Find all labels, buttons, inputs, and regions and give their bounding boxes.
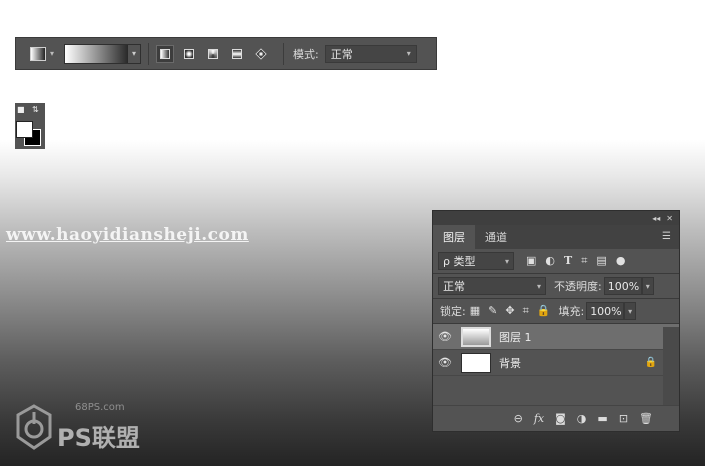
lock-brush-icon[interactable]: ✎ [488,304,497,318]
reflected-gradient-icon [232,48,243,59]
pixel-filter-icon[interactable]: ▣ [526,254,536,268]
new-layer-icon[interactable]: ⊡ [619,412,628,425]
radial-gradient-button[interactable] [180,45,198,63]
linear-gradient-icon [160,48,171,59]
chevron-down-icon: ▾ [536,281,541,291]
type-filter-icon[interactable]: T [564,254,572,268]
filter-icons: ▣ ◐ T ⌗ ▤ ● [526,254,625,268]
chevron-down-icon[interactable]: ▾ [624,302,637,320]
trash-icon[interactable]: 🗑 [639,412,653,425]
diamond-gradient-icon [255,47,267,60]
mode-select[interactable]: 正常 ▾ [324,44,417,63]
reflected-gradient-button[interactable] [228,45,246,63]
logo: 68PS.com PS联盟 [15,400,155,460]
chevron-down-icon: ▾ [504,256,509,266]
logo-text: PS联盟 [57,424,140,452]
tab-layers[interactable]: 图层 [433,225,475,249]
panel-footer: ⊖ fx ◙ ◑ ▬ ⊡ 🗑 [433,405,679,431]
panel-tabs: 图层 通道 ☰ [433,225,679,249]
logo-mark-icon [16,404,52,450]
blend-mode-select[interactable]: 正常 ▾ [438,277,546,295]
layers-list: 👁 图层 1 👁 背景 🔒 [433,324,679,404]
divider [148,42,150,65]
adjustment-filter-icon[interactable]: ◐ [545,254,555,268]
new-group-icon[interactable]: ▬ [597,412,607,425]
filter-kind-value: ρ 类型 [443,255,476,268]
lock-all-icon[interactable]: 🔒 [537,304,551,318]
linear-gradient-button[interactable] [156,44,175,63]
mode-value: 正常 [330,47,353,61]
chevron-down-icon[interactable]: ▾ [641,277,654,295]
chevron-down-icon[interactable]: ▾ [50,49,54,58]
layers-panel: ◂◂ ✕ 图层 通道 ☰ ρ 类型 ▾ ▣ ◐ T ⌗ ▤ ● 正常 ▾ 不透明… [432,210,680,432]
layer-thumbnail [461,326,491,347]
lock-transparent-icon[interactable]: ▦ [470,304,480,318]
options-toolbar: ▾ ▾ 模式: 正常 ▾ [15,37,437,70]
fill-input[interactable]: 100% [586,302,625,320]
layer-row[interactable]: 👁 背景 🔒 [433,350,679,376]
swap-colors-icon[interactable]: ⇅ [32,106,39,114]
layer-row[interactable]: 👁 图层 1 [433,324,679,350]
lock-icons: ▦ ✎ ✥ ⌗ 🔒 [470,304,551,318]
panel-titlebar: ◂◂ ✕ [433,211,679,225]
blend-row: 正常 ▾ 不透明度: 100% ▾ [433,274,679,298]
logo-site: 68PS.com [75,402,125,413]
angle-gradient-icon [208,48,219,59]
filter-kind-select[interactable]: ρ 类型 ▾ [438,252,514,270]
mode-label: 模式: [293,47,319,61]
lock-position-icon[interactable]: ✥ [505,304,514,318]
filter-toggle-icon[interactable]: ● [616,254,626,268]
gradient-picker[interactable]: ▾ [64,43,142,64]
lock-label: 锁定: [440,305,466,318]
scrollbar[interactable] [663,327,679,405]
chevron-down-icon[interactable]: ▾ [128,44,141,63]
layer-thumbnail [461,352,491,373]
smart-object-filter-icon[interactable]: ▤ [596,254,606,268]
tool-preset-icon[interactable] [30,46,46,61]
divider [283,42,285,65]
shape-filter-icon[interactable]: ⌗ [581,254,587,268]
fx-icon[interactable]: fx [534,412,544,425]
close-icon[interactable]: ✕ [666,214,673,223]
adjustment-layer-icon[interactable]: ◑ [577,412,587,425]
blend-mode-value: 正常 [443,280,465,293]
panel-menu-icon[interactable]: ☰ [662,231,671,242]
radial-gradient-icon [184,48,195,59]
lock-icon: 🔒 [644,357,657,368]
default-colors-icon[interactable]: ■ [17,106,25,114]
fill-label: 填充: [558,305,585,318]
eye-icon[interactable]: 👁 [433,330,457,343]
chevron-down-icon: ▾ [406,49,411,58]
opacity-label: 不透明度: [554,280,602,293]
layer-name: 图层 1 [499,330,532,344]
opacity-input[interactable]: 100% [603,277,642,295]
foreground-color-swatch[interactable] [16,121,33,138]
diamond-gradient-button[interactable] [252,45,270,63]
lock-artboard-icon[interactable]: ⌗ [523,304,529,318]
color-swatches: ■ ⇅ [15,103,45,149]
layer-name: 背景 [499,356,521,370]
add-mask-icon[interactable]: ◙ [555,412,566,425]
collapse-icon[interactable]: ◂◂ [652,214,660,223]
eye-icon[interactable]: 👁 [433,356,457,369]
filter-row: ρ 类型 ▾ ▣ ◐ T ⌗ ▤ ● [433,249,679,273]
lock-row: 锁定: ▦ ✎ ✥ ⌗ 🔒 填充: 100% ▾ [433,299,679,323]
link-layers-icon[interactable]: ⊖ [514,412,523,425]
angle-gradient-button[interactable] [204,45,222,63]
tab-channels[interactable]: 通道 [475,225,517,249]
watermark-url: www.haoyidiansheji.com [6,225,249,245]
